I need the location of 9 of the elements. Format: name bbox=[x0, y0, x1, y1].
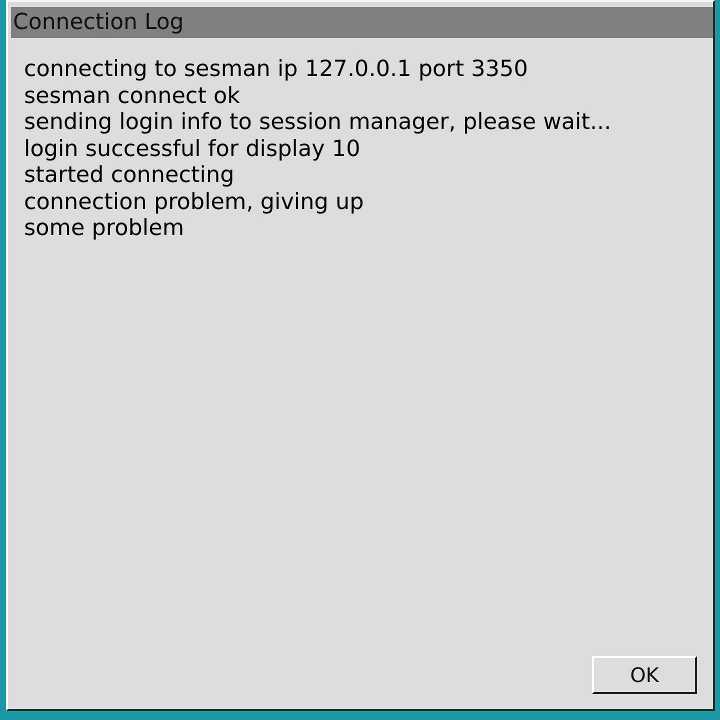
ok-button[interactable]: OK bbox=[592, 656, 697, 694]
log-line: connection problem, giving up bbox=[24, 188, 365, 215]
log-line: sending login info to session manager, please wait... bbox=[24, 109, 612, 136]
log-line: login successful for display 10 bbox=[24, 136, 362, 162]
window-title: Connection Log bbox=[13, 10, 184, 36]
log-line: started connecting bbox=[24, 162, 236, 188]
log-line: connecting to sesman ip 127.0.0.1 port 3350 bbox=[24, 56, 529, 82]
log-line: sesman connect ok bbox=[24, 82, 242, 109]
log-line: some problem bbox=[24, 215, 186, 242]
